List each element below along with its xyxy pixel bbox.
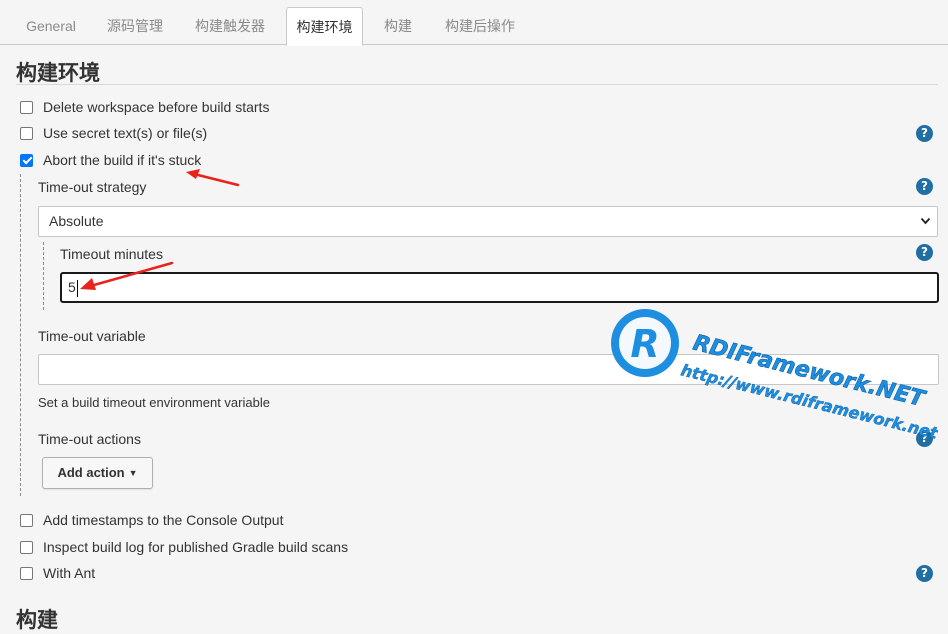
tab-build-environment[interactable]: 构建环境 bbox=[286, 7, 363, 46]
with-ant-help-icon[interactable]: ? bbox=[916, 565, 933, 582]
next-section-title: 构建 bbox=[16, 608, 58, 632]
gradle-scans-checkbox[interactable] bbox=[20, 540, 33, 554]
delete-workspace-checkbox[interactable] bbox=[20, 100, 33, 114]
timeout-strategy-select[interactable]: Absolute bbox=[38, 206, 938, 237]
watermark-logo-icon: R RDIFramework.NET http://www.rdiframewo… bbox=[611, 309, 941, 443]
strategy-options-border bbox=[43, 242, 44, 310]
timeout-minutes-help-icon[interactable]: ? bbox=[916, 244, 933, 261]
abort-options-border bbox=[20, 174, 21, 496]
secret-text-help-icon[interactable]: ? bbox=[916, 125, 933, 142]
annotation-arrow-icon bbox=[186, 169, 240, 187]
tab-post-build[interactable]: 构建后操作 bbox=[432, 7, 528, 45]
timestamps-option: Add timestamps to the Console Output bbox=[20, 510, 283, 530]
timeout-minutes-input[interactable]: 5 bbox=[60, 272, 939, 303]
delete-workspace-option: Delete workspace before build starts bbox=[20, 97, 269, 117]
with-ant-label[interactable]: With Ant bbox=[43, 565, 95, 581]
tab-source-control[interactable]: 源码管理 bbox=[96, 7, 174, 45]
section-divider bbox=[16, 84, 938, 85]
timeout-variable-label: Time-out variable bbox=[38, 328, 146, 344]
tab-build[interactable]: 构建 bbox=[372, 7, 424, 45]
delete-workspace-label[interactable]: Delete workspace before build starts bbox=[43, 99, 269, 115]
add-action-button[interactable]: Add action ▼ bbox=[42, 457, 153, 489]
timeout-strategy-help-icon[interactable]: ? bbox=[916, 178, 933, 195]
secret-text-label[interactable]: Use secret text(s) or file(s) bbox=[43, 125, 207, 141]
abort-stuck-checkbox[interactable] bbox=[20, 153, 33, 167]
timeout-strategy-value: Absolute bbox=[49, 213, 104, 229]
annotation-arrow-icon bbox=[80, 261, 174, 290]
abort-stuck-option: Abort the build if it's stuck bbox=[20, 150, 201, 170]
timeout-strategy-label: Time-out strategy bbox=[38, 179, 147, 195]
with-ant-checkbox[interactable] bbox=[20, 566, 33, 580]
chevron-down-icon bbox=[920, 207, 931, 247]
tab-bar: General 源码管理 构建触发器 构建环境 构建 构建后操作 bbox=[0, 0, 948, 46]
secret-text-option: Use secret text(s) or file(s) bbox=[20, 123, 207, 143]
tab-build-triggers[interactable]: 构建触发器 bbox=[182, 7, 278, 45]
with-ant-option: With Ant bbox=[20, 563, 95, 583]
timeout-actions-label: Time-out actions bbox=[38, 431, 141, 447]
secret-text-checkbox[interactable] bbox=[20, 126, 33, 140]
timestamps-checkbox[interactable] bbox=[20, 513, 33, 527]
timestamps-label[interactable]: Add timestamps to the Console Output bbox=[43, 512, 283, 528]
watermark: R RDIFramework.NET http://www.rdiframewo… bbox=[608, 305, 941, 475]
add-action-label: Add action bbox=[57, 465, 125, 480]
tab-general[interactable]: General bbox=[14, 7, 88, 45]
gradle-scans-label[interactable]: Inspect build log for published Gradle b… bbox=[43, 539, 348, 555]
timeout-variable-description: Set a build timeout environment variable bbox=[38, 395, 270, 410]
section-title: 构建环境 bbox=[16, 61, 100, 85]
gradle-scans-option: Inspect build log for published Gradle b… bbox=[20, 537, 348, 557]
caret-down-icon: ▼ bbox=[128, 468, 138, 478]
watermark-logo-letter: R bbox=[630, 322, 659, 366]
abort-stuck-label[interactable]: Abort the build if it's stuck bbox=[43, 152, 201, 168]
